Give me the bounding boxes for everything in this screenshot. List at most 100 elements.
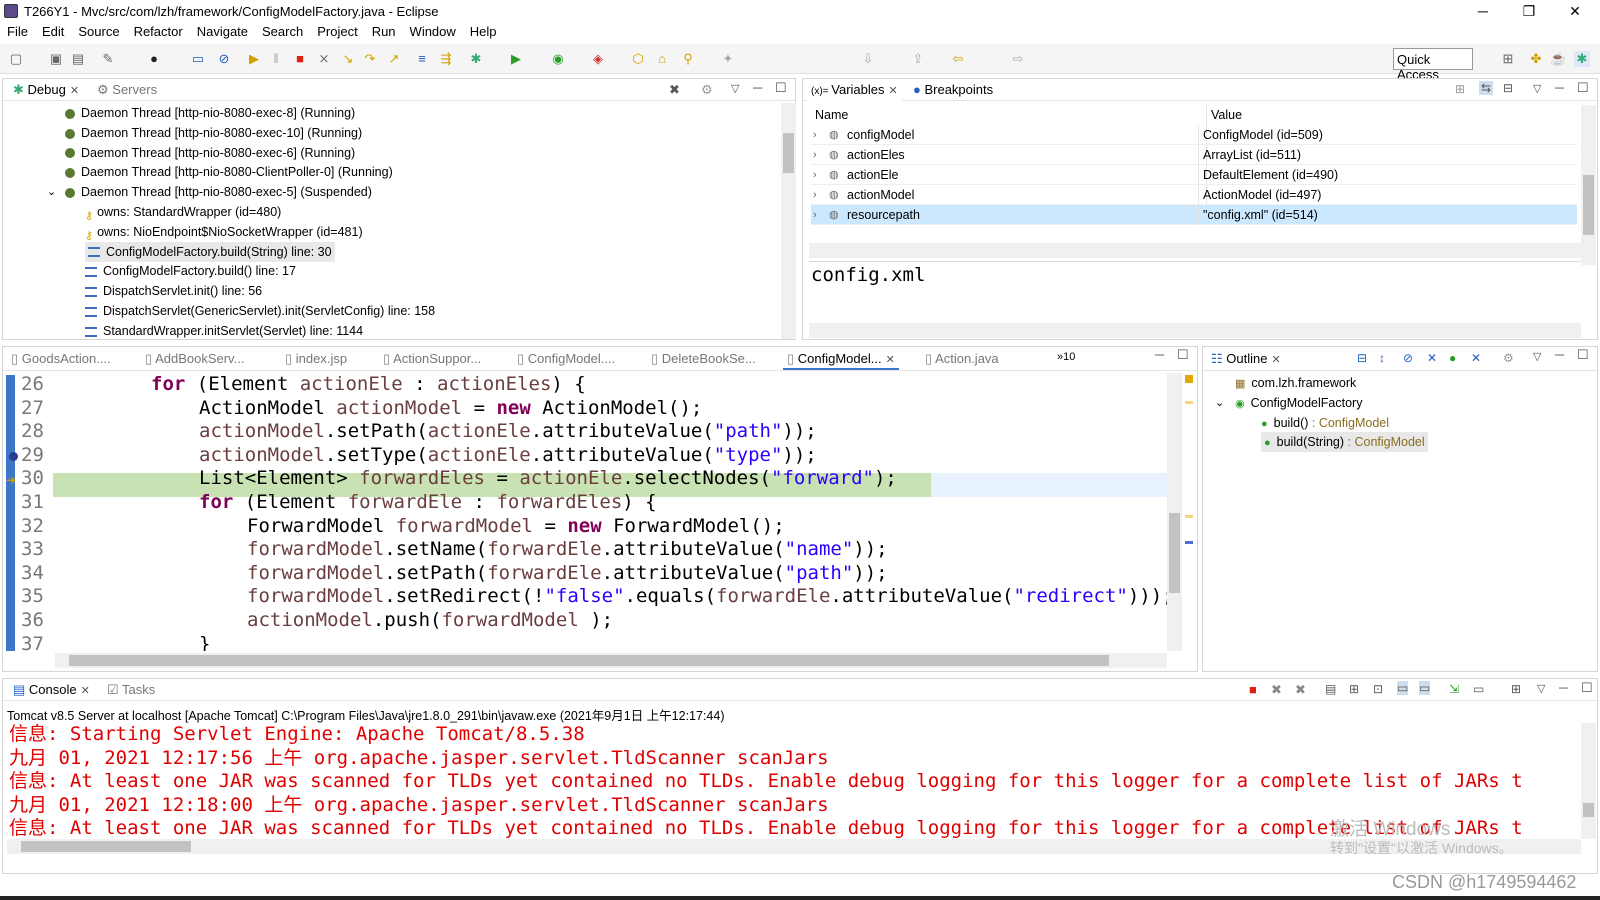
debug-tree-item[interactable]: ⚷ owns: NioEndpoint$NioSocketWrapper (id=… bbox=[85, 222, 363, 242]
debug-run-icon[interactable]: ✱ bbox=[468, 51, 484, 67]
outline-item[interactable]: ● build(String) : ConfigModel bbox=[1261, 432, 1428, 453]
collapse-all-icon[interactable]: ⊟ bbox=[1357, 351, 1367, 365]
minimize-button[interactable]: ─ bbox=[1460, 0, 1506, 22]
outline-item[interactable]: ⌄ ◉ ConfigModelFactory bbox=[1215, 393, 1362, 413]
editor-tab[interactable]: ▯ Action.java bbox=[921, 351, 1003, 370]
external-tools-icon[interactable]: ◈ bbox=[590, 51, 606, 67]
hide-local-types-icon[interactable]: ✕ bbox=[1471, 351, 1481, 365]
editor-tab[interactable]: ▯ index.jsp bbox=[281, 351, 351, 370]
word-wrap-icon[interactable]: ⊡ bbox=[1373, 682, 1383, 696]
tab-debug[interactable]: ✱ Debug ✕ bbox=[9, 82, 83, 101]
expand-arrow-icon[interactable]: › bbox=[813, 165, 817, 185]
open-console-icon[interactable]: ⊞ bbox=[1511, 682, 1521, 696]
minimize-view-icon[interactable]: ─ bbox=[1555, 347, 1564, 362]
variable-detail-pane[interactable]: config.xml bbox=[809, 261, 1581, 319]
maximize-view-icon[interactable]: ☐ bbox=[1581, 680, 1593, 696]
step-into-icon[interactable]: ↘ bbox=[340, 51, 356, 67]
new-icon[interactable]: ▢ bbox=[8, 51, 24, 67]
search-icon[interactable]: ⚲ bbox=[680, 51, 696, 67]
terminate-icon[interactable]: ■ bbox=[1249, 682, 1257, 697]
variable-row[interactable]: › ◍ actionModel ActionModel (id=497) bbox=[811, 185, 1577, 205]
clear-console-icon[interactable]: ▤ bbox=[1325, 682, 1336, 696]
menu-run[interactable]: Run bbox=[365, 22, 403, 41]
outline-item[interactable]: ● build() : ConfigModel bbox=[1261, 413, 1389, 433]
close-icon[interactable]: ✕ bbox=[889, 85, 898, 97]
menu-file[interactable]: File bbox=[0, 22, 35, 41]
tab-variables[interactable]: (x)= Variables ✕ bbox=[807, 82, 902, 101]
hide-nonpublic-icon[interactable]: ● bbox=[1449, 351, 1456, 365]
hide-static-icon[interactable]: ✕ bbox=[1427, 351, 1437, 365]
maximize-view-icon[interactable]: ☐ bbox=[1577, 80, 1589, 96]
debug-tree-item[interactable]: Daemon Thread [http-nio-8080-exec-8] (Ru… bbox=[65, 103, 355, 123]
sort-icon[interactable]: ↕ bbox=[1379, 351, 1385, 365]
outline-item[interactable]: ▦ com.lzh.framework bbox=[1235, 373, 1356, 393]
resume-icon[interactable]: ▶ bbox=[246, 51, 262, 67]
variable-row[interactable]: › ◍ resourcepath "config.xml" (id=514) bbox=[811, 205, 1577, 225]
editor-tab[interactable]: ▯ ActionSuppor... bbox=[379, 351, 485, 370]
display-console-icon[interactable]: ▭ bbox=[1473, 682, 1484, 696]
more-tabs-button[interactable]: »10 bbox=[1053, 351, 1079, 370]
value-column-header[interactable]: Value bbox=[1211, 105, 1242, 125]
save-icon[interactable]: ▣ bbox=[48, 51, 64, 67]
drop-frame-icon[interactable]: ≡ bbox=[414, 51, 430, 67]
maximize-editor-icon[interactable]: ☐ bbox=[1177, 347, 1189, 363]
maximize-button[interactable]: ❐ bbox=[1506, 0, 1552, 22]
expand-arrow-icon[interactable]: › bbox=[813, 185, 817, 205]
settings-icon[interactable]: ⚙ bbox=[701, 82, 713, 98]
view-menu-icon[interactable]: ▽ bbox=[1533, 350, 1541, 363]
expand-arrow-icon[interactable]: › bbox=[813, 125, 817, 145]
editor-tab[interactable]: ▯ ConfigModel.... bbox=[513, 351, 619, 370]
tab-servers[interactable]: ⚙ Servers bbox=[93, 82, 161, 101]
open-folder-icon[interactable]: ⌂ bbox=[654, 51, 670, 67]
terminate-icon[interactable]: ■ bbox=[292, 51, 308, 67]
close-icon[interactable]: ✕ bbox=[70, 85, 79, 97]
menu-edit[interactable]: Edit bbox=[35, 22, 71, 41]
pin-console-icon[interactable]: ⇲ bbox=[1449, 682, 1459, 696]
maximize-view-icon[interactable]: ☐ bbox=[775, 80, 787, 96]
console-scrollbar[interactable] bbox=[1581, 723, 1596, 839]
debug-tree-item[interactable]: DispatchServlet.init() line: 56 bbox=[85, 281, 262, 301]
debug-tree-item[interactable]: ⚷ owns: StandardWrapper (id=480) bbox=[85, 202, 281, 222]
variables-hscrollbar[interactable] bbox=[809, 243, 1581, 258]
editor-scrollbar[interactable] bbox=[1167, 373, 1182, 651]
open-perspective-icon[interactable]: ⊞ bbox=[1500, 51, 1516, 67]
minimize-view-icon[interactable]: ─ bbox=[1559, 680, 1568, 695]
java-ee-perspective-icon[interactable]: ✤ bbox=[1528, 51, 1544, 67]
editor-tab[interactable]: ▯ ConfigModel... ✕ bbox=[783, 351, 899, 370]
java-perspective-icon[interactable]: ☕ bbox=[1550, 51, 1566, 67]
step-over-icon[interactable]: ↷ bbox=[362, 51, 378, 67]
disconnect-icon[interactable]: ⨯ bbox=[316, 51, 332, 67]
expand-toggle-icon[interactable]: ⌄ bbox=[47, 182, 56, 202]
editor-tab[interactable]: ▯ DeleteBookSe... bbox=[647, 351, 760, 370]
new-package-icon[interactable]: ⬡ bbox=[630, 51, 646, 67]
minimize-editor-icon[interactable]: ─ bbox=[1155, 347, 1164, 362]
step-return-icon[interactable]: ↗ bbox=[386, 51, 402, 67]
editor-scroll-thumb[interactable] bbox=[1169, 513, 1180, 593]
debug-perspective-icon[interactable]: ✱ bbox=[1574, 51, 1590, 67]
minimize-view-icon[interactable]: ─ bbox=[1555, 80, 1564, 95]
skip-breakpoints-icon[interactable]: ⊘ bbox=[216, 51, 232, 67]
quick-access-field[interactable]: Quick Access bbox=[1393, 48, 1473, 82]
expand-arrow-icon[interactable]: › bbox=[813, 205, 817, 225]
code-viewport[interactable]: for (Element actionEle : actionEles) { A… bbox=[55, 373, 1169, 651]
detail-hscrollbar[interactable] bbox=[809, 323, 1581, 338]
menu-refactor[interactable]: Refactor bbox=[127, 22, 190, 41]
debug-tree-item[interactable]: Daemon Thread [http-nio-8080-ClientPolle… bbox=[65, 162, 393, 182]
variable-row[interactable]: › ◍ actionEles ArrayList (id=511) bbox=[811, 145, 1577, 165]
close-icon[interactable]: ✕ bbox=[1271, 354, 1280, 366]
menu-window[interactable]: Window bbox=[403, 22, 463, 41]
debug-scroll-thumb[interactable] bbox=[783, 133, 794, 173]
scroll-lock-icon[interactable]: ⊞ bbox=[1349, 682, 1359, 696]
debug-tree-item[interactable]: ConfigModelFactory.build() line: 17 bbox=[85, 261, 296, 281]
editor-tab[interactable]: ▯ AddBookServ... bbox=[141, 351, 248, 370]
close-icon[interactable]: ✕ bbox=[81, 685, 90, 697]
show-stdout-icon[interactable]: ▭ bbox=[1397, 681, 1409, 695]
tab-outline[interactable]: ☷ Outline ✕ bbox=[1207, 351, 1285, 370]
annotation-icon[interactable]: ✦ bbox=[720, 51, 736, 67]
remove-launch-icon[interactable]: ✖ bbox=[1271, 682, 1282, 698]
tab-console[interactable]: ▤ Console ✕ bbox=[9, 682, 94, 701]
coverage-icon[interactable]: ◉ bbox=[550, 51, 566, 67]
variable-row[interactable]: › ◍ configModel ConfigModel (id=509) bbox=[811, 125, 1577, 145]
remove-all-terminated-icon[interactable]: ✖ bbox=[669, 82, 680, 98]
view-menu-icon[interactable]: ▽ bbox=[731, 82, 739, 95]
